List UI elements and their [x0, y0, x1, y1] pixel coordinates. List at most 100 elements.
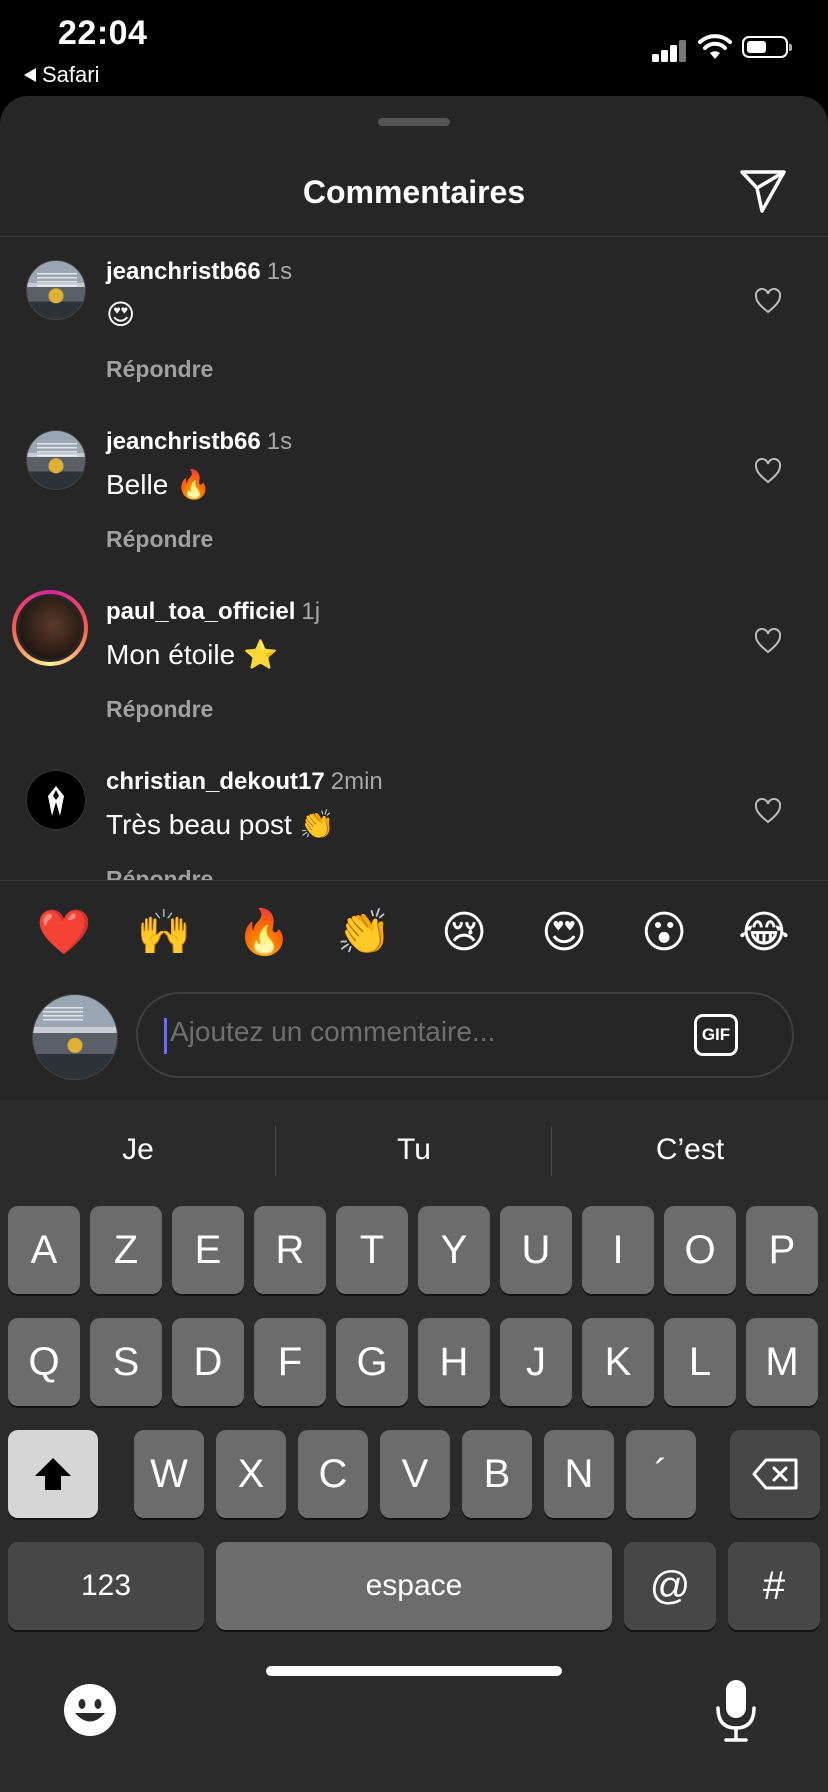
key-h[interactable]: H: [418, 1318, 490, 1406]
key-j[interactable]: J: [500, 1318, 572, 1406]
comment-header: jeanchristb66 1s: [106, 428, 292, 456]
comment-list[interactable]: jeanchristb66 1s 😍 Répondre jeanchristb66…: [0, 234, 828, 880]
comment-input[interactable]: Ajoutez un commentaire... GIF: [136, 992, 794, 1078]
back-to-app-button[interactable]: Safari: [24, 62, 99, 88]
at-key[interactable]: @: [624, 1542, 716, 1630]
composer-avatar: [32, 994, 118, 1080]
comment-time: 1s: [266, 428, 293, 455]
key-d[interactable]: D: [172, 1318, 244, 1406]
share-send-icon[interactable]: [738, 168, 788, 214]
emoji-clap[interactable]: 👏: [324, 906, 404, 958]
key-l[interactable]: L: [664, 1318, 736, 1406]
status-time: 22:04: [58, 14, 148, 52]
shift-arrow-icon: [35, 1458, 71, 1490]
heart-icon[interactable]: [754, 288, 782, 314]
key-m[interactable]: M: [746, 1318, 818, 1406]
key-p[interactable]: P: [746, 1206, 818, 1294]
comment-text: Mon étoile ⭐️: [106, 639, 278, 670]
numbers-key[interactable]: 123: [8, 1542, 204, 1630]
prediction-item[interactable]: C’est: [552, 1100, 828, 1200]
key-n[interactable]: N: [544, 1430, 614, 1518]
emoji-heart-eyes[interactable]: 😍: [524, 907, 604, 958]
key-r[interactable]: R: [254, 1206, 326, 1294]
battery-icon: [742, 36, 792, 58]
cellular-signal-icon: [652, 38, 688, 62]
comment-time: 2min: [330, 768, 383, 795]
space-key[interactable]: espace: [216, 1542, 612, 1630]
gif-button[interactable]: GIF: [694, 1014, 738, 1056]
key-o[interactable]: O: [664, 1206, 736, 1294]
key-t[interactable]: T: [336, 1206, 408, 1294]
reply-button[interactable]: Répondre: [106, 866, 213, 880]
comment-item: jeanchristb66 1s Belle 🔥 Répondre: [0, 404, 828, 574]
key-a[interactable]: A: [8, 1206, 80, 1294]
key-b[interactable]: B: [462, 1430, 532, 1518]
text-caret: [164, 1018, 167, 1054]
avatar[interactable]: [26, 430, 86, 490]
comment-item: christian_dekout17 2min Très beau post 👏 …: [0, 744, 828, 880]
comment-text: Très beau post 👏: [106, 809, 335, 840]
sheet-grabber[interactable]: [378, 118, 450, 126]
emoji-raised-hands[interactable]: 🙌: [124, 906, 204, 958]
key-k[interactable]: K: [582, 1318, 654, 1406]
shift-key[interactable]: [8, 1430, 98, 1518]
emoji-fire[interactable]: 🔥: [224, 906, 304, 958]
key-w[interactable]: W: [134, 1430, 204, 1518]
key-z[interactable]: Z: [90, 1206, 162, 1294]
key-y[interactable]: Y: [418, 1206, 490, 1294]
prediction-item[interactable]: Tu: [276, 1100, 552, 1200]
sheet-title: Commentaires: [302, 174, 526, 210]
heart-icon[interactable]: [754, 458, 782, 484]
reply-button[interactable]: Répondre: [106, 696, 213, 723]
delete-key[interactable]: [730, 1430, 820, 1518]
avatar: [16, 594, 84, 662]
keyboard: Je Tu C’est A Z E R T Y U I O P Q S D F …: [0, 1100, 828, 1792]
key-q[interactable]: Q: [8, 1318, 80, 1406]
predictive-bar: Je Tu C’est: [0, 1100, 828, 1200]
hash-key[interactable]: #: [728, 1542, 820, 1630]
microphone-icon[interactable]: [714, 1678, 758, 1744]
emoji-laughing[interactable]: 😂: [724, 907, 804, 958]
backspace-icon: [752, 1458, 798, 1490]
comment-header: paul_toa_officiel 1j: [106, 598, 320, 626]
heart-icon[interactable]: [754, 798, 782, 824]
key-acute[interactable]: ´: [626, 1430, 696, 1518]
reply-button[interactable]: Répondre: [106, 526, 213, 553]
emoji-reaction-bar: ❤️ 🙌 🔥 👏 😢 😍 😮 😂: [0, 882, 828, 982]
avatar[interactable]: [26, 770, 86, 830]
comment-time: 1j: [301, 598, 321, 625]
key-s[interactable]: S: [90, 1318, 162, 1406]
status-bar: 22:04 Safari: [0, 0, 828, 96]
key-v[interactable]: V: [380, 1430, 450, 1518]
prediction-item[interactable]: Je: [0, 1100, 276, 1200]
key-f[interactable]: F: [254, 1318, 326, 1406]
comments-sheet: Commentaires jeanchristb66 1s 😍 Répondre …: [0, 96, 828, 1101]
home-indicator[interactable]: [266, 1666, 562, 1676]
back-app-label: Safari: [42, 62, 100, 87]
prediction-separator: [551, 1126, 552, 1176]
comment-item: paul_toa_officiel 1j Mon étoile ⭐️ Répond…: [0, 574, 828, 744]
key-e[interactable]: E: [172, 1206, 244, 1294]
avatar-story-ring[interactable]: [12, 590, 88, 666]
comment-username[interactable]: jeanchristb66: [106, 428, 261, 455]
comment-username[interactable]: jeanchristb66: [106, 258, 261, 285]
key-u[interactable]: U: [500, 1206, 572, 1294]
suit-figure-icon: [48, 786, 64, 816]
wifi-icon: [698, 34, 732, 59]
emoji-keyboard-icon[interactable]: [62, 1682, 118, 1738]
comment-username[interactable]: christian_dekout17: [106, 768, 325, 795]
key-g[interactable]: G: [336, 1318, 408, 1406]
comment-header: christian_dekout17 2min: [106, 768, 383, 796]
emoji-heart[interactable]: ❤️: [24, 906, 104, 958]
comment-item: jeanchristb66 1s 😍 Répondre: [0, 234, 828, 404]
avatar[interactable]: [26, 260, 86, 320]
prediction-separator: [275, 1126, 276, 1176]
reply-button[interactable]: Répondre: [106, 356, 213, 383]
comment-username[interactable]: paul_toa_officiel: [106, 598, 295, 625]
key-c[interactable]: C: [298, 1430, 368, 1518]
key-x[interactable]: X: [216, 1430, 286, 1518]
emoji-surprised[interactable]: 😮: [624, 907, 704, 958]
key-i[interactable]: I: [582, 1206, 654, 1294]
emoji-crying[interactable]: 😢: [424, 907, 504, 958]
heart-icon[interactable]: [754, 628, 782, 654]
